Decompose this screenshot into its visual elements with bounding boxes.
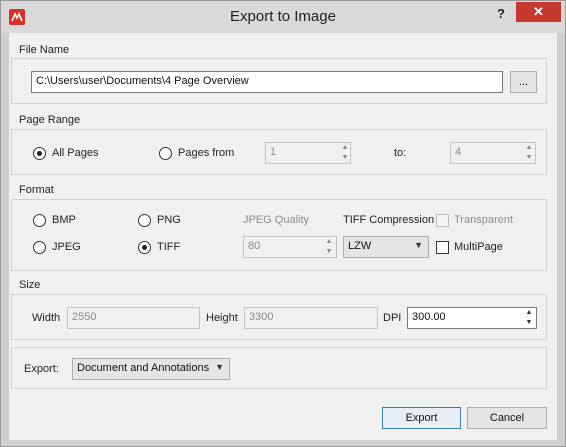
- pages-from-radio[interactable]: [159, 147, 172, 160]
- spin-up-icon[interactable]: ▲: [323, 237, 335, 247]
- to-label: to:: [394, 147, 407, 159]
- bmp-label: BMP: [52, 214, 76, 226]
- spin-down-icon[interactable]: ▼: [523, 318, 535, 328]
- file-path-input[interactable]: C:\Users\user\Documents\4 Page Overview: [31, 71, 503, 93]
- all-pages-radio[interactable]: [33, 147, 46, 160]
- spin-up-icon[interactable]: ▲: [523, 143, 535, 153]
- tiff-label: TIFF: [157, 241, 181, 253]
- png-label: PNG: [157, 214, 181, 226]
- export-options-value: Document and Annotations: [77, 362, 210, 374]
- export-dialog: Export to Image ? ✕ File Name C:\Users\u…: [0, 0, 566, 447]
- file-name-group: C:\Users\user\Documents\4 Page Overview …: [11, 58, 547, 104]
- cancel-button[interactable]: Cancel: [467, 407, 547, 429]
- chevron-down-icon: ▼: [414, 240, 423, 250]
- format-section-label: Format: [19, 184, 54, 196]
- file-name-section-label: File Name: [19, 44, 70, 56]
- tiff-compression-value: LZW: [348, 240, 372, 252]
- window-title: Export to Image: [230, 8, 336, 25]
- dialog-body: File Name C:\Users\user\Documents\4 Page…: [9, 33, 557, 440]
- transparent-checkbox[interactable]: [436, 214, 449, 227]
- png-radio[interactable]: [138, 214, 151, 227]
- transparent-label: Transparent: [454, 214, 513, 226]
- all-pages-label: All Pages: [52, 147, 99, 159]
- spin-up-icon[interactable]: ▲: [523, 308, 535, 318]
- tiff-compression-label: TIFF Compression: [343, 214, 435, 226]
- height-input[interactable]: 3300: [244, 307, 378, 329]
- tiff-compression-dropdown[interactable]: LZW ▼: [343, 236, 429, 258]
- pages-from-label: Pages from: [178, 147, 235, 159]
- format-group: BMP PNG JPEG Quality TIFF Compression Tr…: [11, 199, 547, 271]
- help-button[interactable]: ?: [493, 5, 509, 23]
- spin-down-icon[interactable]: ▼: [339, 153, 351, 163]
- jpeg-radio[interactable]: [33, 241, 46, 254]
- browse-button[interactable]: ...: [510, 71, 537, 93]
- close-button[interactable]: ✕: [516, 2, 561, 22]
- jpeg-quality-label: JPEG Quality: [243, 214, 310, 226]
- spin-down-icon[interactable]: ▼: [523, 153, 535, 163]
- jpeg-quality-spinner[interactable]: ▲ ▼: [323, 237, 335, 257]
- page-range-group: All Pages Pages from 1 ▲ ▼ to: 4 ▲ ▼: [11, 129, 547, 175]
- dpi-label: DPI: [383, 312, 402, 324]
- multipage-checkbox[interactable]: [436, 241, 449, 254]
- title-bar[interactable]: Export to Image ? ✕: [1, 1, 565, 33]
- tiff-radio[interactable]: [138, 241, 151, 254]
- height-label: Height: [206, 312, 238, 324]
- export-options-group: Export: Document and Annotations ▼: [11, 347, 547, 389]
- dpi-input[interactable]: 300.00: [407, 307, 537, 329]
- page-to-spinner[interactable]: ▲ ▼: [523, 143, 535, 163]
- size-group: Width 2550 Height 3300 DPI 300.00 ▲ ▼: [11, 294, 547, 340]
- export-options-label: Export:: [24, 363, 59, 375]
- chevron-down-icon: ▼: [215, 362, 224, 372]
- jpeg-label: JPEG: [52, 241, 81, 253]
- width-label: Width: [32, 312, 61, 324]
- export-options-dropdown[interactable]: Document and Annotations ▼: [72, 358, 230, 380]
- dpi-spinner[interactable]: ▲ ▼: [523, 308, 535, 328]
- multipage-label: MultiPage: [454, 241, 503, 253]
- export-button[interactable]: Export: [382, 407, 461, 429]
- bmp-radio[interactable]: [33, 214, 46, 227]
- page-range-section-label: Page Range: [19, 114, 81, 126]
- width-input[interactable]: 2550: [67, 307, 200, 329]
- spin-up-icon[interactable]: ▲: [339, 143, 351, 153]
- spin-down-icon[interactable]: ▼: [323, 247, 335, 257]
- size-section-label: Size: [19, 279, 41, 291]
- page-from-spinner[interactable]: ▲ ▼: [339, 143, 351, 163]
